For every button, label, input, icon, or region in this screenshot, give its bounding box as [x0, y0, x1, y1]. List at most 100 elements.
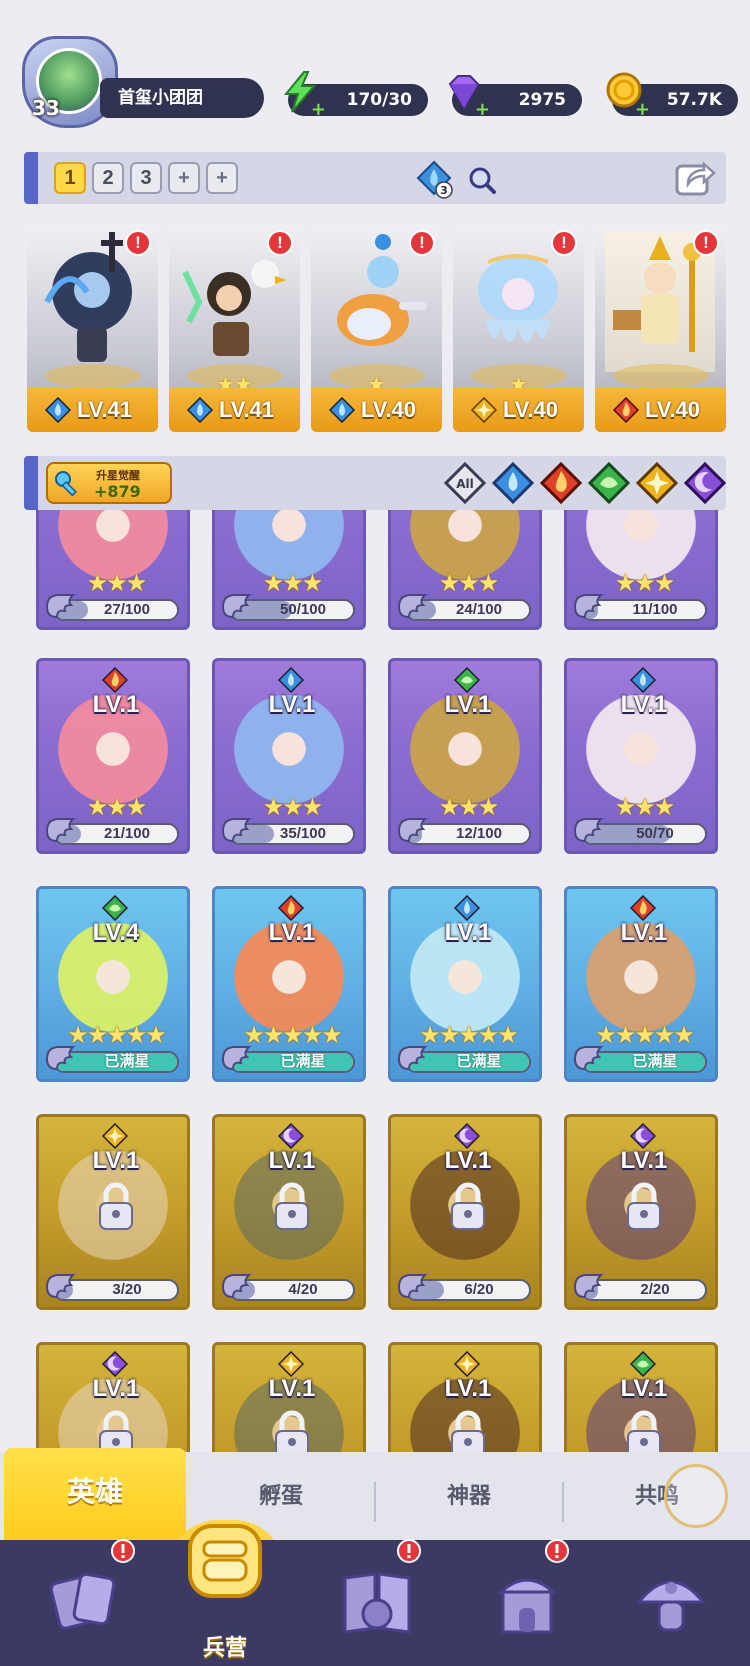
hero-card[interactable]: LV.1 ★★★ 21/100 [36, 658, 190, 854]
hero-level: LV.1 [268, 691, 316, 718]
floating-assist-ring[interactable] [664, 1464, 728, 1528]
lineup-hero-4[interactable]: ★ ! LV.40 [453, 224, 584, 432]
gems-counter[interactable]: + 2975 [448, 75, 582, 119]
water-element-icon [454, 895, 480, 921]
filter-fire-icon[interactable] [540, 462, 582, 504]
team-tab-2[interactable]: 2 [92, 162, 124, 194]
filter-nature-icon[interactable] [588, 462, 630, 504]
water-element-icon [278, 667, 304, 693]
hero-shard-icon [221, 818, 252, 843]
lineup-alert-badge: ! [267, 230, 293, 256]
cards-icon [49, 1572, 116, 1630]
energy-plus-icon[interactable]: + [310, 101, 326, 119]
hero-card[interactable]: LV.1 [212, 1342, 366, 1456]
lock-icon [627, 1182, 661, 1230]
gems-plus-icon[interactable]: + [474, 101, 490, 119]
hero-card[interactable]: LV.1 ★★★★★ 已满星 [388, 886, 542, 1082]
hero-card[interactable]: LV.1 ★★★★★ 已满星 [212, 886, 366, 1082]
nav-barracks-label: 兵营 [202, 1635, 247, 1660]
hero-shard-icon [573, 1274, 604, 1299]
hero-card[interactable]: LV.1 ★★★ 50/70 [564, 658, 718, 854]
hero-level: LV.1 [620, 1147, 668, 1174]
hero-card[interactable]: LV.1 [564, 1342, 718, 1456]
hero-level: LV.1 [444, 1147, 492, 1174]
hero-card[interactable]: LV.1 ★★★ 12/100 [388, 658, 542, 854]
filter-dark-icon[interactable] [684, 462, 726, 504]
gold-counter[interactable]: + 57.7K [606, 72, 738, 119]
light-element-icon [471, 397, 497, 423]
team-tab-1[interactable]: 1 [54, 162, 86, 194]
barracks-fist-icon [188, 1524, 262, 1598]
hero-card[interactable]: LV.1 ★★★ 35/100 [212, 658, 366, 854]
platform-glow [45, 364, 141, 388]
bottom-navigation: 兵营 [0, 1524, 750, 1666]
dark-element-icon [102, 1351, 128, 1377]
map-book-icon [343, 1572, 411, 1634]
energy-counter[interactable]: + 170/30 [283, 71, 428, 119]
nav-map[interactable] [302, 1539, 452, 1666]
team-tab-3[interactable]: 3 [130, 162, 162, 194]
hero-level: LV.1 [92, 1375, 140, 1402]
hero-card[interactable]: ★★★ 27/100 [36, 510, 190, 630]
filter-all-icon[interactable]: All [444, 462, 486, 504]
hero-shard-icon [45, 818, 76, 843]
shard-progress-text: 50/100 [280, 601, 326, 618]
share-icon[interactable] [674, 158, 716, 198]
tab-heroes[interactable]: 英雄 [4, 1448, 186, 1540]
hero-shard-icon [573, 818, 604, 843]
shard-progress-text: 21/100 [104, 825, 150, 842]
hero-card[interactable]: ★★★ 24/100 [388, 510, 542, 630]
lineup-alert-badge: ! [551, 230, 577, 256]
lineup-hero-5[interactable]: ! LV.40 [595, 224, 726, 432]
star-up-label: 升星觉醒 [96, 470, 140, 482]
water-element-icon [187, 397, 213, 423]
hero-level: LV.1 [444, 1375, 492, 1402]
hero-level: LV.1 [620, 919, 668, 946]
hero-card[interactable]: LV.1 [36, 1342, 190, 1456]
star-up-button[interactable]: 升星觉醒 +879 [46, 462, 172, 504]
team-element-icon[interactable]: 3 [416, 160, 506, 200]
shard-progress-text: 已满星 [280, 1053, 326, 1070]
nav-mushroom[interactable] [596, 1540, 746, 1666]
lineup-alert-badge: ! [125, 230, 151, 256]
lineup-hero-2[interactable]: ★★ ! LV.41 [169, 224, 300, 432]
gold-plus-icon[interactable]: + [634, 101, 650, 119]
nav-barracks[interactable]: 兵营 [150, 1524, 300, 1666]
team-info-icons: 3 [416, 160, 506, 205]
lineup-level-bar: LV.40 [453, 388, 584, 432]
lock-icon [99, 1182, 133, 1230]
lineup-hero-3[interactable]: ★ ! LV.40 [311, 224, 442, 432]
light-element-icon [278, 1351, 304, 1377]
star-up-value: +879 [94, 482, 141, 501]
nav-shop[interactable] [452, 1539, 602, 1666]
team-badge-count: 3 [440, 184, 448, 197]
hero-level: LV.1 [92, 691, 140, 718]
hero-card[interactable]: LV.4 ★★★★★ 已满星 [36, 886, 190, 1082]
hero-card[interactable]: LV.1 2/20 [564, 1114, 718, 1310]
hero-level: LV.4 [92, 919, 140, 946]
tab-artifacts[interactable]: 神器 [378, 1452, 560, 1540]
dark-element-icon [454, 1123, 480, 1149]
element-filters: All [444, 462, 726, 504]
shard-progress-text: 50/70 [636, 825, 674, 842]
hero-card[interactable]: LV.1 6/20 [388, 1114, 542, 1310]
hero-card[interactable]: ★★★ 11/100 [564, 510, 718, 630]
team-tab-add-2[interactable]: + [206, 162, 238, 194]
lock-icon [451, 1410, 485, 1456]
hero-card[interactable]: LV.1 3/20 [36, 1114, 190, 1310]
nav-cards[interactable] [10, 1539, 160, 1666]
filter-light-icon[interactable] [636, 462, 678, 504]
hero-card[interactable]: LV.1 [388, 1342, 542, 1456]
hero-card[interactable]: ★★★ 50/100 [212, 510, 366, 630]
lineup-alert-badge: ! [693, 230, 719, 256]
player-name[interactable]: 首玺小团团 [100, 78, 264, 118]
hero-shard-icon [221, 1274, 252, 1299]
team-tab-add-1[interactable]: + [168, 162, 200, 194]
hero-card[interactable]: LV.1 ★★★★★ 已满星 [564, 886, 718, 1082]
hero-card[interactable]: LV.1 4/20 [212, 1114, 366, 1310]
shard-progress-text: 12/100 [456, 825, 502, 842]
filter-water-icon[interactable] [492, 462, 534, 504]
hero-shard-icon [45, 1274, 76, 1299]
lineup-hero-1[interactable]: ! LV.41 [27, 224, 158, 432]
lock-icon [275, 1182, 309, 1230]
